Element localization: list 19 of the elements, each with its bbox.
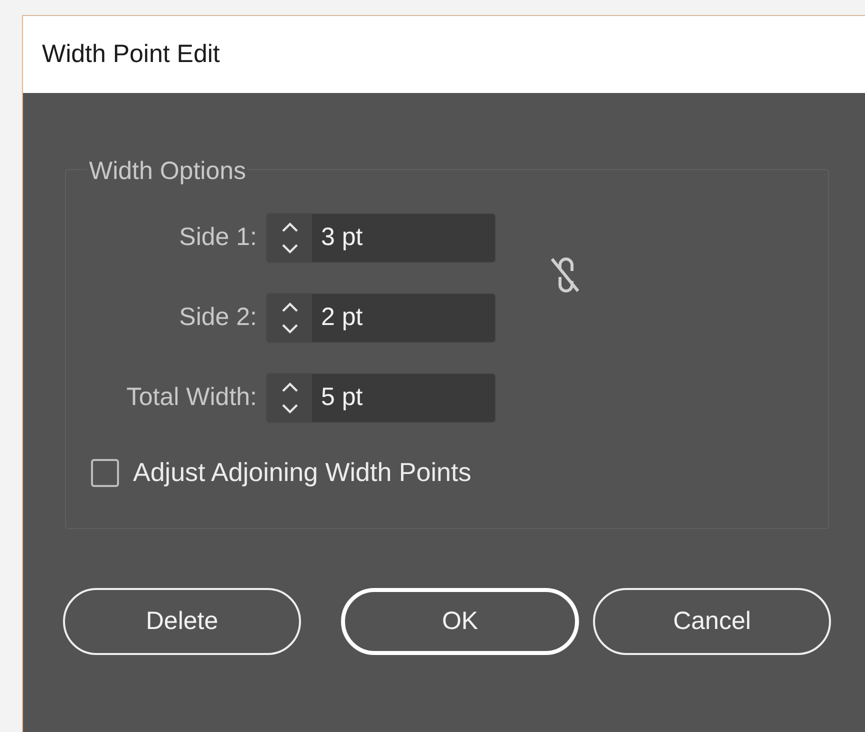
spinner-button[interactable] <box>267 374 313 422</box>
field-value: 3 pt <box>320 222 363 254</box>
field-label: Total Width: <box>125 382 257 414</box>
field-label: Side 2: <box>178 302 257 334</box>
field-value: 2 pt <box>320 302 363 334</box>
spinner-button[interactable] <box>267 214 313 262</box>
dialog-button[interactable]: Cancel <box>593 588 831 655</box>
number-field[interactable]: 3 pt <box>266 213 496 263</box>
broken-link-icon[interactable] <box>548 255 582 295</box>
number-field[interactable]: 2 pt <box>266 293 496 343</box>
dialog-button[interactable]: Delete <box>63 588 301 655</box>
field-label: Side 1: <box>178 222 257 254</box>
checkbox-label: Adjust Adjoining Width Points <box>133 456 472 489</box>
field-value: 5 pt <box>320 382 363 414</box>
dialog-button[interactable]: OK <box>341 588 579 655</box>
checkbox[interactable] <box>91 458 119 486</box>
spinner-button[interactable] <box>267 294 313 342</box>
number-field[interactable]: 5 pt <box>266 373 496 423</box>
window-title: Width Point Edit <box>42 38 220 70</box>
